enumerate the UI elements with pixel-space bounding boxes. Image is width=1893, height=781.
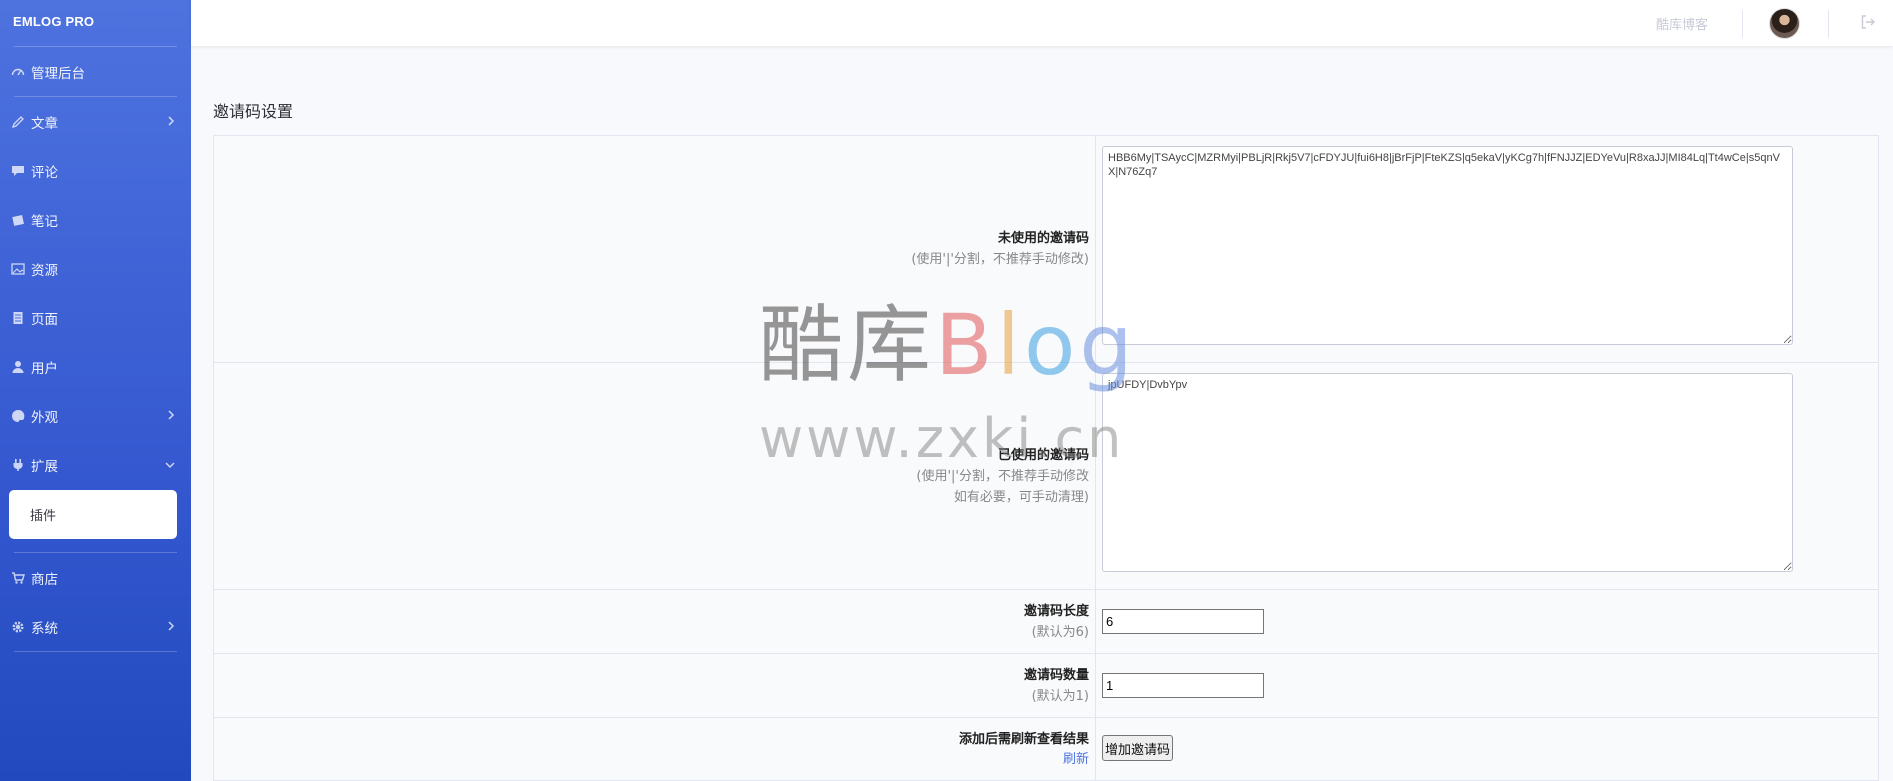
- topbar: 酷库博客: [191, 0, 1893, 46]
- row-value: jpUFDY|DvbYpv: [1096, 363, 1878, 589]
- sidebar-subitem-label: 插件: [30, 509, 57, 524]
- sidebar-item-articles[interactable]: 文章: [0, 97, 191, 146]
- avatar[interactable]: [1769, 8, 1800, 39]
- row-used-codes: 已使用的邀请码 (使用'|'分割，不推荐手动修改 如有必要，可手动清理) jpU…: [214, 363, 1878, 590]
- sidebar-item-label: 商店: [31, 571, 58, 588]
- row-value: HBB6My|TSAycC|MZRMyi|PBLjR|Rkj5V7|cFDYJU…: [1096, 136, 1878, 362]
- row-value: [1096, 590, 1878, 653]
- code-count-label: 邀请码数量: [1023, 667, 1089, 683]
- refresh-link[interactable]: 刷新: [1063, 750, 1089, 770]
- sidebar-item-extensions[interactable]: 扩展: [0, 440, 191, 489]
- sidebar-item-store[interactable]: 商店: [0, 553, 191, 602]
- comment-icon: [10, 163, 26, 179]
- sidebar-item-label: 文章: [31, 115, 58, 132]
- sidebar-item-comments[interactable]: 评论: [0, 146, 191, 195]
- code-count-input[interactable]: [1102, 673, 1264, 698]
- sidebar-subitem-plugins[interactable]: 插件: [9, 490, 177, 539]
- sidebar-item-resources[interactable]: 资源: [0, 244, 191, 293]
- pencil-icon: [10, 114, 26, 130]
- chevron-right-icon: [167, 619, 175, 635]
- plug-icon: [10, 457, 26, 473]
- add-codes-label: 添加后需刷新查看结果: [958, 731, 1089, 747]
- sidebar-item-notes[interactable]: 笔记: [0, 195, 191, 244]
- brand-logo[interactable]: EMLOG PRO: [0, 0, 191, 46]
- user-icon: [10, 359, 26, 375]
- image-icon: [10, 261, 26, 277]
- sidebar-divider: [14, 651, 177, 652]
- palette-icon: [10, 408, 26, 424]
- sidebar-item-label: 用户: [31, 360, 58, 377]
- sidebar-item-label: 外观: [31, 409, 58, 426]
- row-label: 已使用的邀请码 (使用'|'分割，不推荐手动修改 如有必要，可手动清理): [214, 363, 1096, 589]
- sidebar-item-label: 笔记: [31, 213, 58, 230]
- cart-icon: [10, 570, 26, 586]
- sidebar-item-label: 页面: [31, 311, 58, 328]
- code-length-label: 邀请码长度: [1023, 603, 1089, 619]
- row-unused-codes: 未使用的邀请码 (使用'|'分割，不推荐手动修改) HBB6My|TSAycC|…: [214, 136, 1878, 363]
- sidebar-item-label: 扩展: [31, 458, 58, 475]
- add-codes-button[interactable]: 增加邀请码: [1102, 735, 1174, 761]
- topbar-divider: [1742, 10, 1743, 38]
- chevron-right-icon: [167, 114, 175, 130]
- code-length-hint: (默认为6): [1031, 624, 1089, 640]
- gear-icon: [10, 619, 26, 635]
- row-label: 邀请码数量 (默认为1): [214, 654, 1096, 717]
- used-codes-label: 已使用的邀请码: [997, 447, 1089, 463]
- sidebar-item-dashboard[interactable]: 管理后台: [0, 47, 191, 96]
- page-icon: [10, 310, 26, 326]
- sidebar-item-pages[interactable]: 页面: [0, 293, 191, 342]
- site-link[interactable]: 酷库博客: [1656, 14, 1708, 33]
- settings-table: 未使用的邀请码 (使用'|'分割，不推荐手动修改) HBB6My|TSAycC|…: [213, 135, 1879, 781]
- row-label: 添加后需刷新查看结果 刷新: [214, 718, 1096, 780]
- chevron-down-icon: [165, 457, 175, 473]
- page-title: 邀请码设置: [213, 102, 294, 121]
- row-label: 邀请码长度 (默认为6): [214, 590, 1096, 653]
- unused-codes-label: 未使用的邀请码: [997, 231, 1089, 246]
- sidebar-item-label: 资源: [31, 262, 58, 279]
- row-code-length: 邀请码长度 (默认为6): [214, 590, 1878, 654]
- sidebar-item-users[interactable]: 用户: [0, 342, 191, 391]
- code-count-hint: (默认为1): [1031, 688, 1089, 704]
- dashboard-icon: [10, 64, 26, 80]
- sidebar-item-appearance[interactable]: 外观: [0, 391, 191, 440]
- sidebar-item-label: 评论: [31, 164, 58, 181]
- sidebar-item-label: 管理后台: [31, 65, 85, 82]
- note-icon: [10, 212, 26, 228]
- sidebar-item-label: 系统: [31, 620, 58, 637]
- row-code-count: 邀请码数量 (默认为1): [214, 654, 1878, 718]
- row-add-codes: 添加后需刷新查看结果 刷新 增加邀请码: [214, 718, 1878, 780]
- used-codes-hint: (使用'|'分割，不推荐手动修改: [916, 468, 1089, 484]
- topbar-divider: [1828, 10, 1829, 38]
- logout-icon[interactable]: [1860, 14, 1876, 34]
- unused-codes-textarea[interactable]: HBB6My|TSAycC|MZRMyi|PBLjR|Rkj5V7|cFDYJU…: [1102, 146, 1793, 345]
- used-codes-textarea[interactable]: jpUFDY|DvbYpv: [1102, 373, 1793, 572]
- row-value: 增加邀请码: [1096, 718, 1878, 780]
- unused-codes-hint: (使用'|'分割，不推荐手动修改): [911, 252, 1089, 267]
- row-label: 未使用的邀请码 (使用'|'分割，不推荐手动修改): [214, 136, 1096, 362]
- sidebar: EMLOG PRO 管理后台 文章 评论 笔记 资源 页面 用户 外观 扩展 插…: [0, 0, 191, 781]
- chevron-right-icon: [167, 408, 175, 424]
- used-codes-hint-2: 如有必要，可手动清理): [953, 489, 1089, 505]
- sidebar-item-system[interactable]: 系统: [0, 602, 191, 651]
- row-value: [1096, 654, 1878, 717]
- code-length-input[interactable]: [1102, 609, 1264, 634]
